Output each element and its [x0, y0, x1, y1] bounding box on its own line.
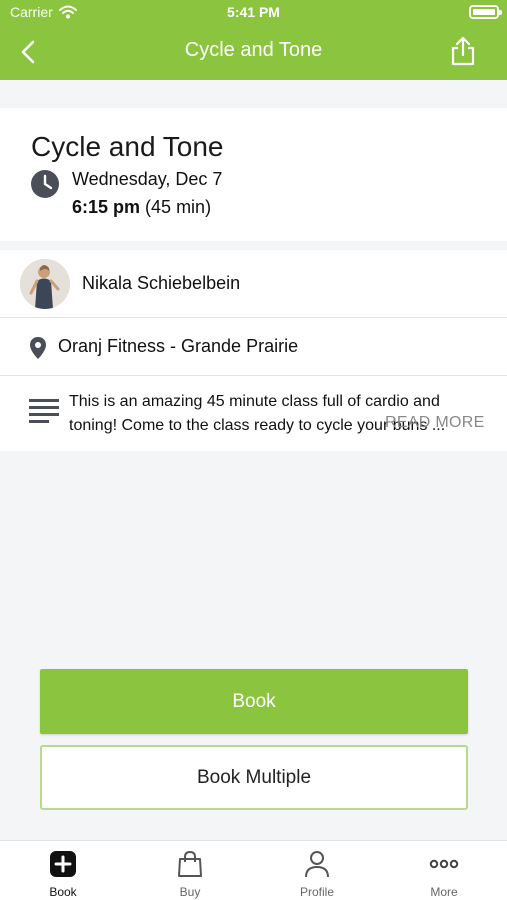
class-start-time: 6:15 pm	[72, 197, 141, 217]
tab-buy-label: Buy	[179, 885, 201, 899]
instructor-photo	[20, 259, 70, 309]
app-header: Carrier 5:41 PM Cycle and Tone	[0, 0, 507, 80]
description-row: This is an amazing 45 minute class full …	[0, 376, 507, 451]
instructor-row[interactable]: Nikala Schiebelbein	[0, 250, 507, 318]
tab-more[interactable]: More	[381, 841, 507, 900]
class-duration: (45 min)	[145, 197, 212, 217]
clock-icon	[31, 170, 59, 198]
plus-square-icon	[50, 851, 76, 877]
status-time: 5:41 PM	[227, 4, 280, 20]
location-row[interactable]: Oranj Fitness - Grande Prairie	[0, 318, 507, 376]
tab-book[interactable]: Book	[0, 841, 126, 900]
person-icon	[305, 851, 329, 878]
status-bar: Carrier 5:41 PM	[0, 0, 507, 24]
class-header-card: Cycle and Tone Wednesday, Dec 7 6:15 pm …	[0, 108, 507, 241]
tab-book-label: Book	[49, 885, 77, 899]
nav-title: Cycle and Tone	[184, 39, 323, 61]
class-title: Cycle and Tone	[31, 131, 224, 162]
tab-more-label: More	[430, 885, 458, 899]
description-lines-icon	[29, 399, 59, 423]
shopping-bag-icon	[178, 850, 202, 877]
class-date: Wednesday, Dec 7	[72, 169, 223, 189]
location-name: Oranj Fitness - Grande Prairie	[58, 336, 299, 356]
book-multiple-button[interactable]: Book Multiple	[40, 745, 468, 810]
instructor-avatar	[20, 259, 70, 309]
tab-profile[interactable]: Profile	[254, 841, 380, 900]
share-icon	[451, 36, 475, 66]
share-button[interactable]	[447, 34, 479, 68]
read-more-link[interactable]: READ MORE	[385, 414, 485, 432]
instructor-name: Nikala Schiebelbein	[82, 273, 241, 293]
tab-profile-label: Profile	[299, 885, 334, 899]
book-button[interactable]: Book	[40, 669, 468, 734]
tab-bar: Book Buy Profile More	[0, 840, 507, 900]
class-details-card: Nikala Schiebelbein Oranj Fitness - Gran…	[0, 250, 507, 451]
more-dots-icon	[429, 859, 459, 869]
class-time: 6:15 pm (45 min)	[72, 197, 211, 218]
tab-buy[interactable]: Buy	[127, 841, 253, 900]
navigation-bar: Cycle and Tone	[0, 24, 507, 80]
battery-icon	[469, 5, 502, 19]
location-pin-icon	[30, 337, 46, 359]
